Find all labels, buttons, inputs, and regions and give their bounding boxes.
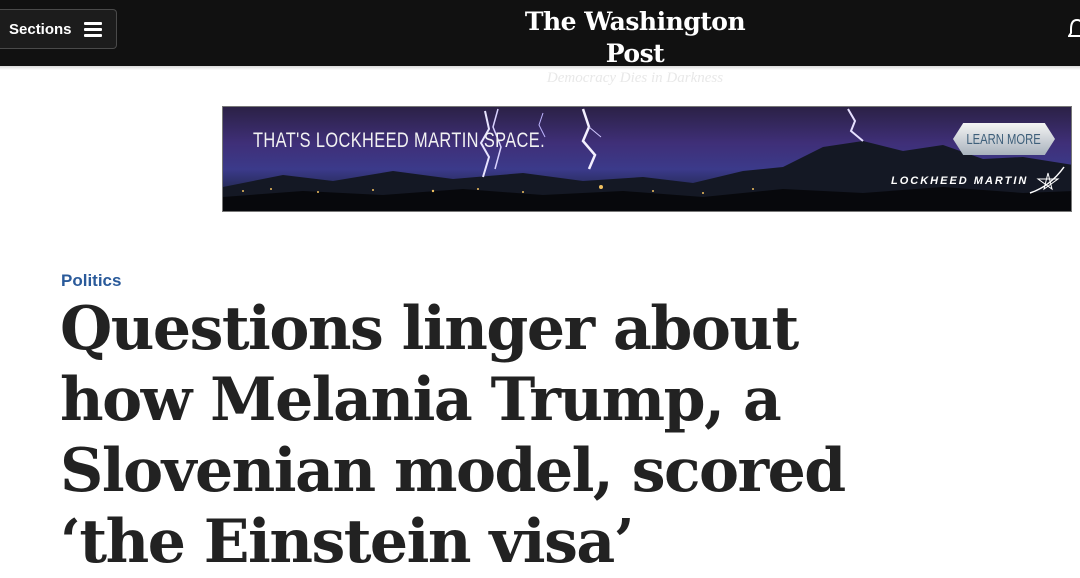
learn-more-button[interactable]: LEARN MORE <box>953 123 1055 155</box>
hamburger-icon <box>84 22 102 37</box>
bell-icon[interactable] <box>1068 18 1080 40</box>
sections-menu-button[interactable]: Sections <box>0 9 117 49</box>
ad-brand-logo: LOCKHEED MARTIN <box>891 175 1029 187</box>
logo-wordmark: The Washington Post <box>524 7 746 68</box>
section-kicker-link[interactable]: Politics <box>61 271 121 291</box>
topbar-shadow <box>0 66 1080 70</box>
logo-tagline: Democracy Dies in Darkness <box>546 70 724 86</box>
star-icon <box>1029 166 1065 194</box>
advertisement-banner[interactable]: THAT'S LOCKHEED MARTIN SPACE. LEARN MORE… <box>222 106 1072 212</box>
ad-headline: THAT'S LOCKHEED MARTIN SPACE. <box>253 129 546 152</box>
article-headline: Questions linger about how Melania Trump… <box>60 294 846 577</box>
top-navigation-bar: Sections The Washington Post Democracy D… <box>0 0 1080 86</box>
site-logo[interactable]: The Washington Post Democracy Dies in Da… <box>510 6 760 86</box>
ad-background-scene <box>223 108 1071 211</box>
sections-label: Sections <box>9 20 72 38</box>
learn-more-label: LEARN MORE <box>966 130 1042 148</box>
